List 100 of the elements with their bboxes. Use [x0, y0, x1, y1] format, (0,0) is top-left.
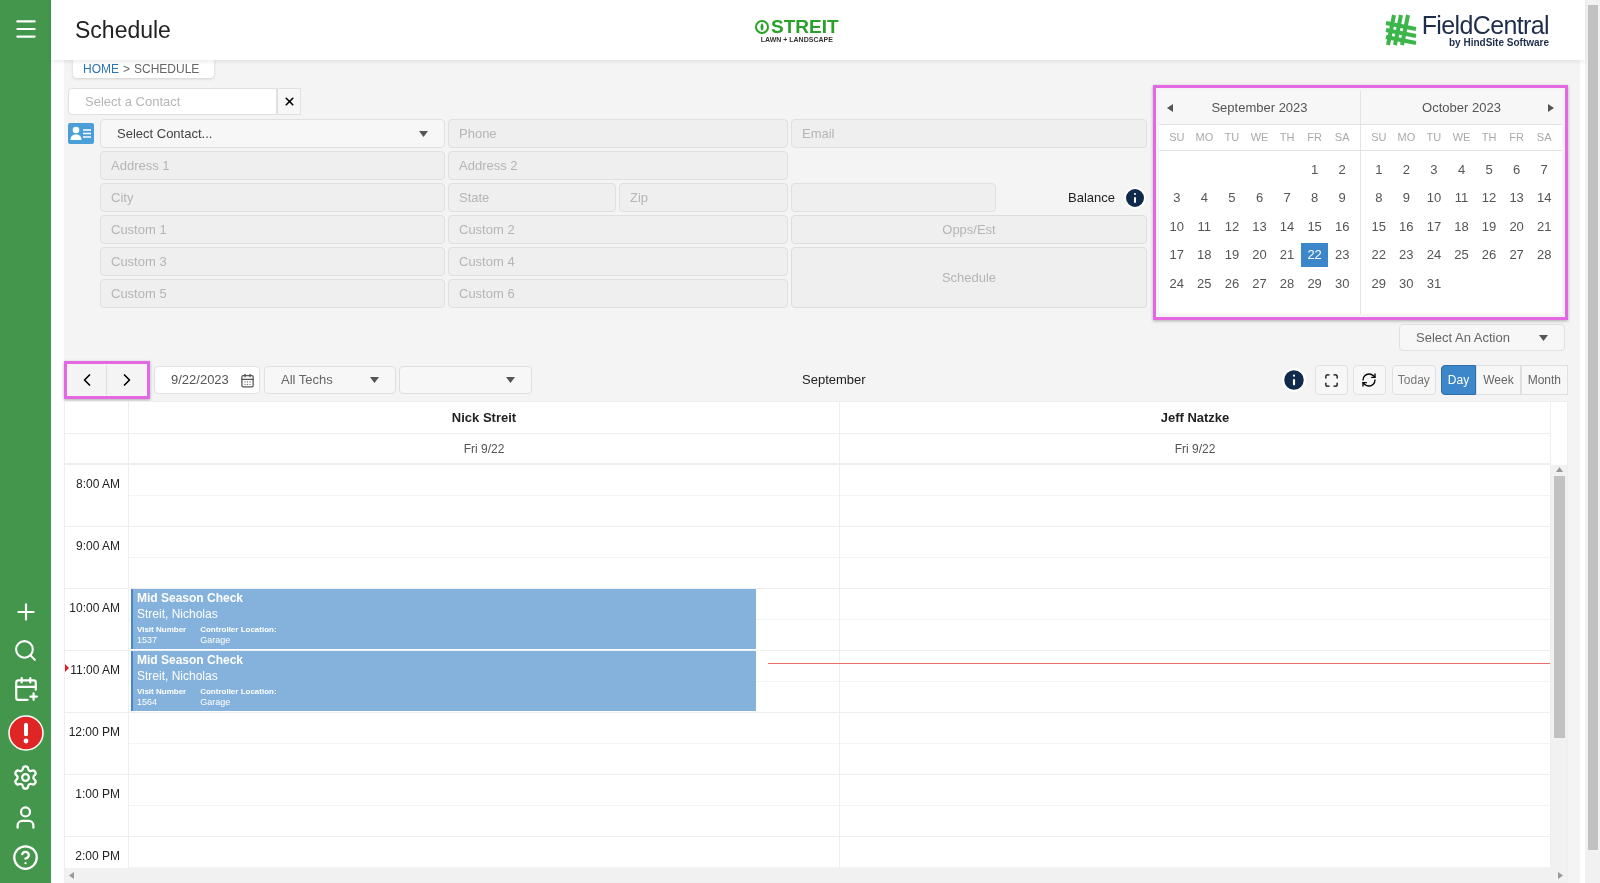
- calendar-day[interactable]: 28: [1530, 242, 1558, 267]
- date-field[interactable]: 9/22/2023: [154, 366, 260, 394]
- view-tab[interactable]: Week: [1476, 365, 1521, 395]
- contact-select[interactable]: Select Contact...: [100, 119, 445, 148]
- calendar-day[interactable]: 2: [1328, 157, 1356, 182]
- time-label: 8:00 AM: [75, 476, 120, 493]
- scroll-left-icon[interactable]: [69, 871, 74, 879]
- info-icon[interactable]: [1280, 367, 1307, 393]
- calendar-day[interactable]: 1: [1300, 157, 1329, 182]
- calendar-day[interactable]: 19: [1475, 214, 1503, 239]
- fullscreen-button[interactable]: [1314, 365, 1348, 395]
- calendar-day[interactable]: 30: [1392, 271, 1421, 296]
- calendar-day[interactable]: 7: [1530, 157, 1558, 182]
- breadcrumb-current: SCHEDULE: [134, 60, 200, 78]
- calendar-day[interactable]: 13: [1502, 185, 1531, 210]
- fullscreen-icon: [1323, 372, 1339, 388]
- page-scrollbar[interactable]: [1585, 0, 1600, 883]
- scrollbar-thumb[interactable]: [1553, 476, 1565, 738]
- calendar-day[interactable]: 18: [1190, 242, 1219, 267]
- search-icon[interactable]: [13, 638, 38, 663]
- calendar-day[interactable]: 30: [1328, 271, 1356, 296]
- calendar-day[interactable]: 3: [1420, 157, 1448, 182]
- settings-icon[interactable]: [12, 764, 39, 791]
- calendar-day[interactable]: 4: [1447, 157, 1476, 182]
- calendar-day[interactable]: 9: [1392, 185, 1421, 210]
- calendar-day[interactable]: 17: [1420, 214, 1448, 239]
- calendar-day[interactable]: 22: [1300, 242, 1329, 267]
- calendar-day[interactable]: 11: [1190, 214, 1219, 239]
- alert-icon[interactable]: [7, 715, 44, 751]
- calendar-day[interactable]: 18: [1447, 214, 1476, 239]
- calendar-day[interactable]: 22: [1365, 242, 1393, 267]
- scrollbar-thumb[interactable]: [1587, 5, 1598, 850]
- calendar-day[interactable]: 8: [1300, 185, 1329, 210]
- vertical-scrollbar[interactable]: [1551, 465, 1567, 868]
- tech-select[interactable]: All Techs: [264, 366, 396, 394]
- calendar-day[interactable]: 24: [1163, 271, 1191, 296]
- calendar-day[interactable]: 19: [1218, 242, 1246, 267]
- today-button[interactable]: Today: [1391, 365, 1436, 395]
- calendar-day[interactable]: 7: [1273, 185, 1301, 210]
- calendar-day[interactable]: 14: [1273, 214, 1301, 239]
- calendar-day[interactable]: 2: [1392, 157, 1421, 182]
- refresh-button[interactable]: [1352, 365, 1386, 395]
- calendar-day[interactable]: 15: [1365, 214, 1393, 239]
- calendar-day[interactable]: 14: [1530, 185, 1558, 210]
- calendar-day[interactable]: 29: [1300, 271, 1329, 296]
- calendar-day[interactable]: 29: [1365, 271, 1393, 296]
- scroll-up-icon[interactable]: [1555, 467, 1563, 472]
- calendar-day[interactable]: 3: [1163, 185, 1191, 210]
- calendar-day[interactable]: 16: [1328, 214, 1356, 239]
- calendar-day[interactable]: 31: [1420, 271, 1448, 296]
- calendar-day[interactable]: 28: [1273, 271, 1301, 296]
- calendar-day[interactable]: 16: [1392, 214, 1421, 239]
- calendar-day[interactable]: 15: [1300, 214, 1329, 239]
- calendar-day[interactable]: 23: [1392, 242, 1421, 267]
- calendar-day[interactable]: 13: [1245, 214, 1274, 239]
- calendar-day[interactable]: 1: [1365, 157, 1393, 182]
- weekday-label: TH: [1278, 130, 1296, 146]
- calendar-day[interactable]: 6: [1245, 185, 1274, 210]
- view-tab[interactable]: Month: [1520, 365, 1568, 395]
- calendar-day[interactable]: 4: [1190, 185, 1219, 210]
- help-icon[interactable]: [12, 844, 39, 871]
- period-title: September: [802, 371, 866, 390]
- previous-month-icon[interactable]: [1167, 103, 1173, 112]
- contact-card-icon[interactable]: [68, 123, 94, 144]
- calendar-day[interactable]: 27: [1245, 271, 1274, 296]
- calendar-day[interactable]: 6: [1502, 157, 1531, 182]
- calendar-day[interactable]: 21: [1530, 214, 1558, 239]
- calendar-day[interactable]: 12: [1218, 214, 1246, 239]
- action-select[interactable]: Select An Action: [1399, 324, 1565, 351]
- calendar-day[interactable]: 26: [1475, 242, 1503, 267]
- calendar-day[interactable]: 5: [1475, 157, 1503, 182]
- calendar-add-icon[interactable]: [12, 676, 39, 702]
- calendar-day[interactable]: 20: [1245, 242, 1274, 267]
- calendar-day[interactable]: 9: [1328, 185, 1356, 210]
- calendar-day[interactable]: 26: [1218, 271, 1246, 296]
- balance-label: Balance: [1068, 188, 1115, 207]
- calendar-day[interactable]: 17: [1163, 242, 1191, 267]
- info-icon[interactable]: [1123, 185, 1147, 210]
- calendar-day[interactable]: 25: [1447, 242, 1476, 267]
- calendar-day[interactable]: 20: [1502, 214, 1531, 239]
- next-month-icon[interactable]: [1548, 103, 1554, 112]
- calendar-icon[interactable]: [240, 372, 255, 388]
- horizontal-scrollbar[interactable]: [65, 868, 1567, 882]
- home-link[interactable]: HOME: [83, 59, 119, 78]
- scroll-right-icon[interactable]: [1558, 871, 1563, 879]
- calendar-day[interactable]: 21: [1273, 242, 1301, 267]
- calendar-day[interactable]: 24: [1420, 242, 1448, 267]
- calendar-day[interactable]: 8: [1365, 185, 1393, 210]
- calendar-day[interactable]: 10: [1420, 185, 1448, 210]
- calendar-day[interactable]: 12: [1475, 185, 1503, 210]
- clear-button[interactable]: [277, 88, 301, 115]
- calendar-day[interactable]: 5: [1218, 185, 1246, 210]
- calendar-day[interactable]: 23: [1328, 242, 1356, 267]
- event-title: Mid Season Check: [137, 653, 245, 668]
- caret-icon: [419, 130, 428, 137]
- view-tab[interactable]: Day: [1440, 365, 1477, 395]
- calendar-day[interactable]: 11: [1447, 185, 1476, 210]
- calendar-day[interactable]: 27: [1502, 242, 1531, 267]
- calendar-day[interactable]: 25: [1190, 271, 1219, 296]
- calendar-day[interactable]: 10: [1163, 214, 1191, 239]
